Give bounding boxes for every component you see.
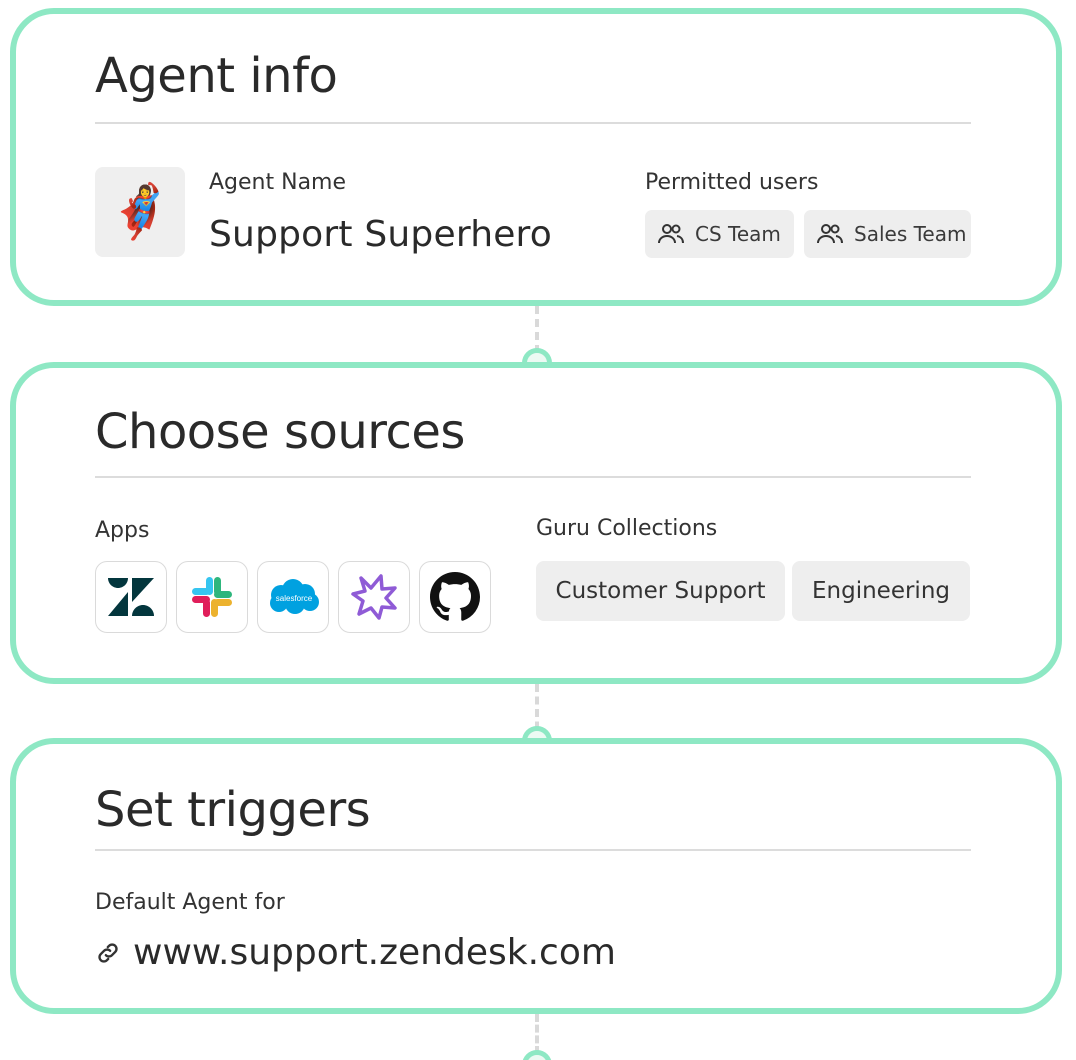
app-tile-salesforce[interactable]: salesforce: [257, 561, 329, 633]
agent-info-card: Agent info 🦸‍♀️ Agent Name Support Super…: [10, 8, 1062, 306]
trigger-url[interactable]: www.support.zendesk.com: [95, 932, 616, 973]
app-tile-gong[interactable]: [338, 561, 410, 633]
card-title: Set triggers: [95, 782, 371, 838]
trigger-url-text: www.support.zendesk.com: [133, 932, 616, 973]
link-icon: [98, 942, 118, 963]
collection-chip-label: Engineering: [812, 578, 950, 604]
divider: [95, 476, 971, 478]
collection-chip-customer-support[interactable]: Customer Support: [536, 561, 785, 621]
apps-label: Apps: [95, 518, 150, 543]
choose-sources-card: Choose sources Apps salesforce Guru Coll…: [10, 362, 1062, 684]
guru-collections-label: Guru Collections: [536, 516, 718, 541]
salesforce-wordmark: salesforce: [276, 594, 313, 603]
user-chip-label: Sales Team: [854, 222, 967, 246]
user-chip-cs-team[interactable]: CS Team: [645, 210, 794, 258]
app-tile-zendesk[interactable]: [95, 561, 167, 633]
github-icon: [430, 572, 480, 621]
salesforce-icon: salesforce: [270, 579, 319, 614]
card-title: Agent info: [95, 48, 338, 104]
gong-icon: [351, 574, 397, 620]
agent-name-value[interactable]: Support Superhero: [209, 214, 552, 255]
app-tile-github[interactable]: [419, 561, 491, 633]
app-tile-slack[interactable]: [176, 561, 248, 633]
user-chip-label: CS Team: [695, 222, 781, 246]
superhero-avatar-icon: 🦸‍♀️: [107, 182, 173, 242]
divider: [95, 849, 971, 851]
user-chip-sales-team[interactable]: Sales Team: [804, 210, 971, 258]
slack-icon: [192, 577, 232, 617]
users-icon: [817, 224, 843, 244]
divider: [95, 122, 971, 124]
connector-line: [535, 1014, 539, 1054]
permitted-users-label: Permitted users: [645, 170, 819, 195]
set-triggers-card: Set triggers Default Agent for www.suppo…: [10, 738, 1062, 1014]
users-icon: [658, 224, 684, 244]
zendesk-icon: [108, 578, 154, 616]
collection-chip-engineering[interactable]: Engineering: [792, 561, 970, 621]
agent-name-label: Agent Name: [209, 170, 347, 195]
connector-node: [522, 1050, 552, 1060]
agent-avatar[interactable]: 🦸‍♀️: [95, 167, 185, 257]
card-title: Choose sources: [95, 404, 465, 460]
default-agent-label: Default Agent for: [95, 890, 285, 915]
workflow-stage: Agent info 🦸‍♀️ Agent Name Support Super…: [0, 0, 1076, 1060]
collection-chip-label: Customer Support: [555, 578, 766, 604]
